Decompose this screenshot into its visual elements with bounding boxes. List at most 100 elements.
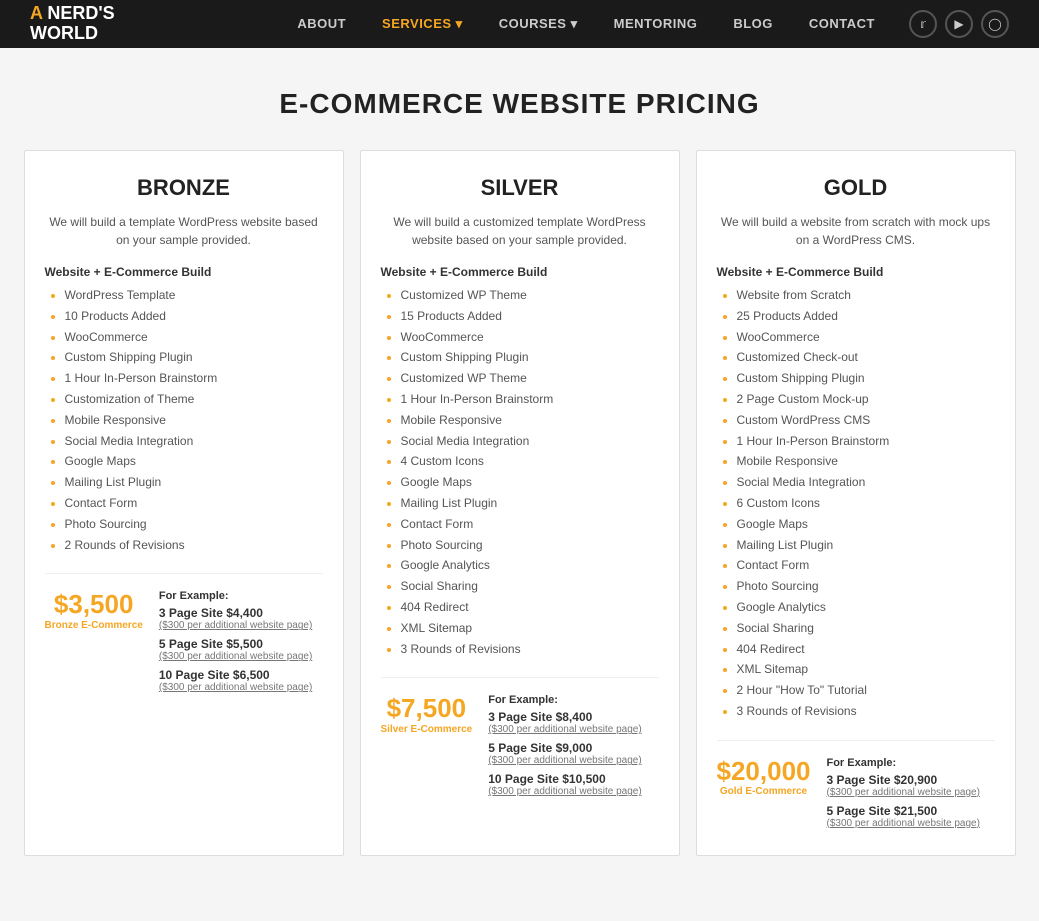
list-item: 404 Redirect — [401, 599, 659, 616]
list-item: Custom Shipping Plugin — [737, 370, 995, 387]
youtube-icon[interactable]: ▶ — [945, 10, 973, 38]
silver-title: SILVER — [381, 175, 659, 201]
nav-courses[interactable]: COURSES ▾ — [481, 16, 596, 31]
bronze-description: We will build a template WordPress websi… — [45, 213, 323, 249]
silver-price-block: $7,500Silver E-Commerce — [381, 694, 473, 736]
list-item: XML Sitemap — [737, 661, 995, 678]
list-item: Google Maps — [401, 474, 659, 491]
list-item: 3 Rounds of Revisions — [401, 641, 659, 658]
nav-about[interactable]: ABOUT — [279, 16, 364, 31]
list-item: Photo Sourcing — [401, 537, 659, 554]
price-tier-sub: ($300 per additional website page) — [826, 787, 994, 798]
page-title: E-COMMERCE WEBSITE PRICING — [0, 48, 1039, 150]
bronze-pricing-bottom: $3,500Bronze E-Commerce For Example: 3 Pag… — [45, 573, 323, 699]
price-tier-sub: ($300 per additional website page) — [488, 724, 658, 735]
price-tier-sub: ($300 per additional website page) — [488, 755, 658, 766]
price-tier-row: 5 Page Site $5,500 — [159, 637, 323, 651]
price-tier-row: 5 Page Site $21,500 — [826, 804, 994, 818]
bronze-section-label: Website + E-Commerce Build — [45, 265, 323, 279]
list-item: Google Analytics — [737, 599, 995, 616]
silver-pricing-bottom: $7,500Silver E-Commerce For Example:3 Pag… — [381, 677, 659, 803]
list-item: Social Media Integration — [737, 474, 995, 491]
social-icons: 𝕣 ▶ ◯ — [909, 10, 1009, 38]
nav-links: ABOUT SERVICES ▾ COURSES ▾ MENTORING BLO… — [279, 15, 893, 33]
bronze-price-block: $3,500Bronze E-Commerce — [45, 590, 143, 632]
gold-pricing-bottom: $20,000Gold E-Commerce For Example:3 Page… — [717, 740, 995, 835]
list-item: Contact Form — [65, 495, 323, 512]
list-item: Mailing List Plugin — [737, 537, 995, 554]
list-item: Social Media Integration — [401, 433, 659, 450]
list-item: Customization of Theme — [65, 391, 323, 408]
list-item: 4 Custom Icons — [401, 453, 659, 470]
pricing-card-silver: SILVER We will build a customized templat… — [360, 150, 680, 856]
list-item: Google Maps — [65, 453, 323, 470]
list-item: 2 Page Custom Mock-up — [737, 391, 995, 408]
gold-big-price: $20,000 — [717, 757, 811, 786]
price-tier-sub: ($300 per additional website page) — [826, 818, 994, 829]
list-item: Photo Sourcing — [737, 578, 995, 595]
bronze-price-examples: For Example:3 Page Site $4,400($300 per … — [159, 590, 323, 699]
list-item: 2 Hour "How To" Tutorial — [737, 682, 995, 699]
price-tier-sub: ($300 per additional website page) — [159, 620, 323, 631]
list-item: Google Maps — [737, 516, 995, 533]
gold-description: We will build a website from scratch wit… — [717, 213, 995, 249]
list-item: Customized Check-out — [737, 349, 995, 366]
bronze-big-price: $3,500 — [45, 590, 143, 619]
bronze-feature-list: WordPress Template 10 Products Added WooCo… — [45, 287, 323, 553]
silver-big-price: $7,500 — [381, 694, 473, 723]
gold-title: GOLD — [717, 175, 995, 201]
list-item: WooCommerce — [737, 329, 995, 346]
list-item: WooCommerce — [65, 329, 323, 346]
list-item: Social Sharing — [737, 620, 995, 637]
pricing-card-bronze: BRONZE We will build a template WordPress… — [24, 150, 344, 856]
nav-services[interactable]: SERVICES ▾ — [364, 16, 481, 31]
list-item: Mailing List Plugin — [401, 495, 659, 512]
gold-price-label: Gold E-Commerce — [717, 785, 811, 798]
list-item: Contact Form — [401, 516, 659, 533]
silver-section-label: Website + E-Commerce Build — [381, 265, 659, 279]
price-tier-row: 10 Page Site $10,500 — [488, 772, 658, 786]
list-item: Google Analytics — [401, 557, 659, 574]
price-tier-row: 3 Page Site $20,900 — [826, 773, 994, 787]
silver-description: We will build a customized template Word… — [381, 213, 659, 249]
bronze-title: BRONZE — [45, 175, 323, 201]
nav-blog[interactable]: BLOG — [715, 16, 791, 31]
list-item: 25 Products Added — [737, 308, 995, 325]
list-item: Contact Form — [737, 557, 995, 574]
list-item: Custom Shipping Plugin — [65, 349, 323, 366]
site-logo[interactable]: A NERD'SWORLD — [30, 4, 115, 44]
price-tier-row: 10 Page Site $6,500 — [159, 668, 323, 682]
pricing-card-gold: GOLD We will build a website from scratch… — [696, 150, 1016, 856]
list-item: Photo Sourcing — [65, 516, 323, 533]
pricing-grid: BRONZE We will build a template WordPress… — [0, 150, 1039, 896]
bronze-for-example-label: For Example: — [159, 590, 323, 602]
nav-contact[interactable]: CONTACT — [791, 16, 893, 31]
silver-price-label: Silver E-Commerce — [381, 723, 473, 736]
gold-price-block: $20,000Gold E-Commerce — [717, 757, 811, 799]
gold-section-label: Website + E-Commerce Build — [717, 265, 995, 279]
list-item: XML Sitemap — [401, 620, 659, 637]
list-item: 15 Products Added — [401, 308, 659, 325]
list-item: 1 Hour In-Person Brainstorm — [737, 433, 995, 450]
price-tier-row: 3 Page Site $4,400 — [159, 606, 323, 620]
list-item: Customized WP Theme — [401, 287, 659, 304]
gold-price-examples: For Example:3 Page Site $20,900($300 per… — [826, 757, 994, 835]
list-item: WooCommerce — [401, 329, 659, 346]
price-tier-sub: ($300 per additional website page) — [159, 682, 323, 693]
list-item: Social Media Integration — [65, 433, 323, 450]
bronze-price-label: Bronze E-Commerce — [45, 619, 143, 632]
logo-text-highlight: A — [30, 3, 42, 23]
list-item: WordPress Template — [65, 287, 323, 304]
list-item: Mailing List Plugin — [65, 474, 323, 491]
twitter-icon[interactable]: 𝕣 — [909, 10, 937, 38]
price-tier-sub: ($300 per additional website page) — [488, 786, 658, 797]
list-item: Mobile Responsive — [401, 412, 659, 429]
list-item: 3 Rounds of Revisions — [737, 703, 995, 720]
list-item: 10 Products Added — [65, 308, 323, 325]
instagram-icon[interactable]: ◯ — [981, 10, 1009, 38]
silver-feature-list: Customized WP Theme 15 Products Added WooC… — [381, 287, 659, 657]
nav-mentoring[interactable]: MENTORING — [596, 16, 716, 31]
list-item: Website from Scratch — [737, 287, 995, 304]
silver-price-examples: For Example:3 Page Site $8,400($300 per … — [488, 694, 658, 803]
gold-feature-list: Website from Scratch 25 Products Added Woo… — [717, 287, 995, 720]
